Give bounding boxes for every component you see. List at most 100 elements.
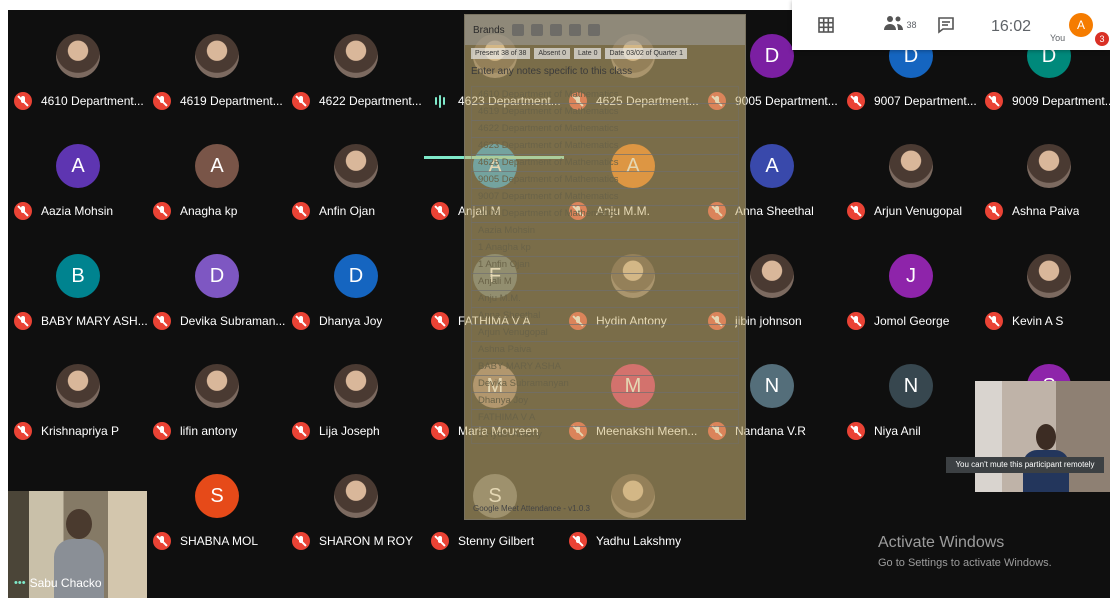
mic-muted-icon xyxy=(153,312,171,330)
self-video-tile[interactable]: ••• Sabu Chacko xyxy=(8,491,147,598)
list-item[interactable]: 4622 Department of Mathematics xyxy=(471,120,739,138)
participant-name: Dhanya Joy xyxy=(319,314,383,328)
mic-muted-icon xyxy=(292,92,310,110)
list-item[interactable]: 4610 Department of Mathematics xyxy=(471,86,739,104)
mic-muted-icon xyxy=(153,202,171,220)
list-item[interactable]: Anju M.M. xyxy=(471,290,739,308)
list-item[interactable]: 1 Anagha kp xyxy=(471,239,739,257)
participant-name-label: 9007 Department... xyxy=(847,91,981,111)
list-item[interactable]: 4619 Department of Mathematics xyxy=(471,103,739,121)
list-item[interactable]: 4625 Department of Mathematics xyxy=(471,154,739,172)
list-item[interactable]: Arjun Venugopal xyxy=(471,324,739,342)
mic-muted-icon xyxy=(431,422,449,440)
mic-muted-icon xyxy=(14,202,32,220)
tab-absent[interactable]: Absent 0 xyxy=(534,48,571,59)
notes-hint[interactable]: Enter any notes specific to this class xyxy=(465,62,745,81)
participant-name: Devika Subraman... xyxy=(180,314,286,328)
participant-name: lifin antony xyxy=(180,424,238,438)
participant-name: Stenny Gilbert xyxy=(458,534,535,548)
list-item[interactable]: 4623 Department of Mathematics xyxy=(471,137,739,155)
participant-tile[interactable]: D Dhanya Joy xyxy=(286,230,426,338)
participant-name: Kevin A S xyxy=(1012,314,1064,328)
list-item[interactable]: 1 Anfin Ojan xyxy=(471,256,739,274)
clock: 16:02 xyxy=(991,18,1032,35)
participant-tile[interactable]: Ashna Paiva xyxy=(979,120,1110,228)
settings-icon[interactable] xyxy=(568,24,581,36)
you-label: You xyxy=(1050,33,1066,43)
list-item[interactable]: Dhanya Joy xyxy=(471,392,739,410)
participant-name-label: 4619 Department... xyxy=(153,91,287,111)
list-item[interactable]: 1 Hydin Antony xyxy=(471,426,739,444)
copy-icon[interactable] xyxy=(511,24,524,36)
participant-tile[interactable]: 4622 Department... xyxy=(286,10,426,118)
chat-icon[interactable] xyxy=(934,14,958,36)
tab-date[interactable]: Date 03/02 of Quarter 1 xyxy=(605,48,688,59)
participant-tile[interactable]: 4610 Department... xyxy=(8,10,148,118)
close-icon[interactable] xyxy=(587,24,600,36)
list-item[interactable]: Devika Subramanyan xyxy=(471,375,739,393)
people-button[interactable]: 38 xyxy=(878,14,922,36)
participant-name-label: BABY MARY ASH... xyxy=(14,311,148,331)
participant-tile[interactable]: A Aazia Mohsin xyxy=(8,120,148,228)
participant-tile[interactable]: Kevin A S xyxy=(979,230,1110,338)
participant-tile[interactable]: 4619 Department... xyxy=(147,10,287,118)
avatar: S xyxy=(195,474,239,518)
mic-muted-icon xyxy=(153,532,171,550)
grid-layout-icon[interactable] xyxy=(814,14,838,36)
participant-tile[interactable]: SHARON M ROY xyxy=(286,450,426,558)
notification-badge: 3 xyxy=(1095,32,1109,46)
participant-name-label: Yadhu Lakshmy xyxy=(569,531,703,551)
list-item[interactable]: Anna Sheethal xyxy=(471,307,739,325)
participant-name: Anna Sheethal xyxy=(735,204,814,218)
list-item[interactable]: Aazia Mohsin xyxy=(471,222,739,240)
participant-name-label: Niya Anil xyxy=(847,421,981,441)
avatar xyxy=(56,34,100,78)
list-item[interactable]: 9007 Department of Mathematics xyxy=(471,188,739,206)
watermark-subtitle: Go to Settings to activate Windows. xyxy=(878,557,1052,569)
avatar: J xyxy=(889,254,933,298)
participant-name-label: SHARON M ROY xyxy=(292,531,426,551)
list-item[interactable]: FATHIMA V A xyxy=(471,409,739,427)
participant-name-label: Stenny Gilbert xyxy=(431,531,565,551)
avatar xyxy=(1027,144,1071,188)
participant-tile[interactable]: A Anagha kp xyxy=(147,120,287,228)
participant-name-label: Krishnapriya P xyxy=(14,421,148,441)
avatar: B xyxy=(56,254,100,298)
tab-present[interactable]: Present 38 of 38 xyxy=(471,48,531,59)
list-item[interactable]: Anjali M xyxy=(471,273,739,291)
participant-name-label: Arjun Venugopal xyxy=(847,201,981,221)
participant-tile[interactable]: lifin antony xyxy=(147,340,287,448)
participant-name-label: SHABNA MOL xyxy=(153,531,287,551)
list-item[interactable]: BABY MARY ASHA xyxy=(471,358,739,376)
tab-late[interactable]: Late 0 xyxy=(574,48,602,59)
participant-tile[interactable]: Krishnapriya P xyxy=(8,340,148,448)
participant-name-label: Jomol George xyxy=(847,311,981,331)
video-person xyxy=(1036,424,1056,450)
list-item[interactable]: Ashna Paiva xyxy=(471,341,739,359)
mic-muted-icon xyxy=(431,312,449,330)
avatar: D xyxy=(195,254,239,298)
avatar[interactable]: A xyxy=(1069,13,1093,37)
attendance-list: 4610 Department of Mathematics 4619 Depar… xyxy=(471,86,739,444)
mic-muted-icon xyxy=(847,312,865,330)
avatar: A xyxy=(750,144,794,188)
more-options-icon[interactable]: ••• xyxy=(14,577,26,589)
export-icon[interactable] xyxy=(549,24,562,36)
list-item[interactable]: 9009 Department of Mathematics xyxy=(471,205,739,223)
notes-toolbar: Brands xyxy=(465,15,745,45)
participant-name: Yadhu Lakshmy xyxy=(596,534,682,548)
sort-icon[interactable] xyxy=(530,24,543,36)
mic-muted-icon xyxy=(292,422,310,440)
participant-tile[interactable]: N Niya Anil xyxy=(841,340,981,448)
participant-count: 38 xyxy=(906,20,917,30)
participant-tile[interactable]: Arjun Venugopal xyxy=(841,120,981,228)
list-item[interactable]: 9005 Department of Mathematics xyxy=(471,171,739,189)
participant-tile[interactable]: Lija Joseph xyxy=(286,340,426,448)
participant-tile[interactable]: B BABY MARY ASH... xyxy=(8,230,148,338)
presenter-video-tile[interactable]: You can't mute this participant remotely xyxy=(946,381,1110,492)
participant-name-label: Ashna Paiva xyxy=(985,201,1110,221)
participant-tile[interactable]: Anfin Ojan xyxy=(286,120,426,228)
participant-tile[interactable]: D Devika Subraman... xyxy=(147,230,287,338)
participant-tile[interactable]: S SHABNA MOL xyxy=(147,450,287,558)
participant-tile[interactable]: J Jomol George xyxy=(841,230,981,338)
